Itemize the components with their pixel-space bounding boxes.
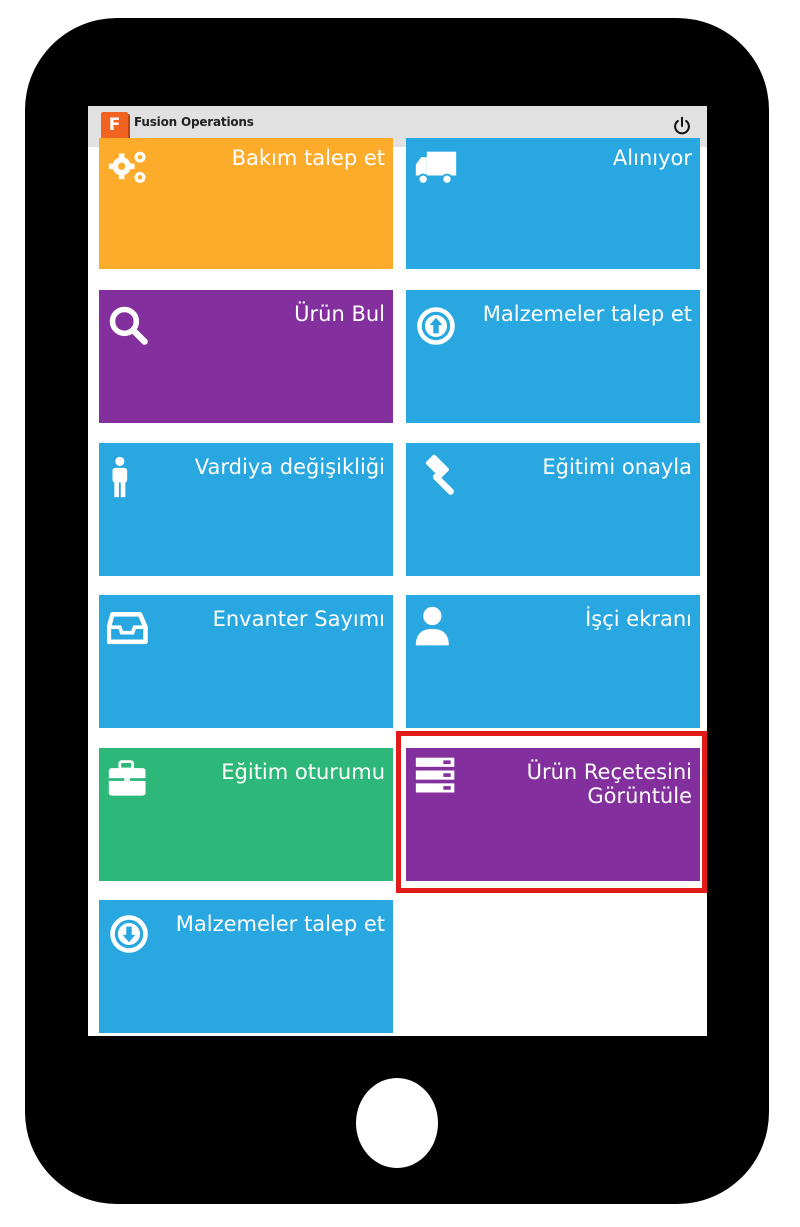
gavel-icon: [425, 454, 454, 495]
inbox-tray-icon: [107, 612, 148, 645]
app-title: Fusion Operations: [134, 115, 254, 129]
tile-approve-training[interactable]: Eğitimi onayla: [406, 443, 700, 576]
arrow-down-circle-icon: [110, 915, 148, 953]
person-icon: [112, 456, 128, 498]
tile-label: Malzemeler talep et: [175, 912, 385, 936]
tile-label: Vardiya değişikliği: [194, 455, 385, 479]
tile-training-session[interactable]: Eğitim oturumu: [99, 748, 393, 881]
tile-label: Eğitimi onayla: [542, 455, 692, 479]
tile-find-product[interactable]: Ürün Bul: [99, 290, 393, 423]
tile-request-materials-up[interactable]: Malzemeler talep et: [406, 290, 700, 423]
tile-label: İşçi ekranı: [585, 607, 692, 631]
tile-receiving[interactable]: Alınıyor: [406, 138, 700, 269]
briefcase-icon: [108, 760, 146, 796]
app-screen: F Fusion Operations Bakım talep et Alını…: [88, 106, 707, 1036]
home-button[interactable]: [356, 1078, 438, 1168]
tile-label: Eğitim oturumu: [221, 760, 385, 784]
tile-inventory-count[interactable]: Envanter Sayımı: [99, 595, 393, 728]
tile-label: Malzemeler talep et: [482, 302, 692, 326]
gears-icon: [108, 151, 146, 183]
tile-label: Envanter Sayımı: [212, 607, 385, 631]
fusion-logo: F: [101, 112, 128, 139]
highlight-box: [396, 731, 707, 893]
tile-label: Ürün Bul: [294, 302, 385, 326]
tile-label: Alınıyor: [612, 146, 692, 170]
power-icon[interactable]: [671, 115, 693, 137]
arrow-up-circle-icon: [417, 307, 455, 345]
truck-icon: [415, 151, 457, 185]
tile-shift-change[interactable]: Vardiya değişikliği: [99, 443, 393, 576]
tile-label: Bakım talep et: [231, 146, 385, 170]
tile-maintenance-request[interactable]: Bakım talep et: [99, 138, 393, 269]
user-icon: [415, 606, 449, 646]
tile-request-materials-down[interactable]: Malzemeler talep et: [99, 900, 393, 1033]
search-icon: [109, 306, 148, 345]
tile-worker-screen[interactable]: İşçi ekranı: [406, 595, 700, 728]
